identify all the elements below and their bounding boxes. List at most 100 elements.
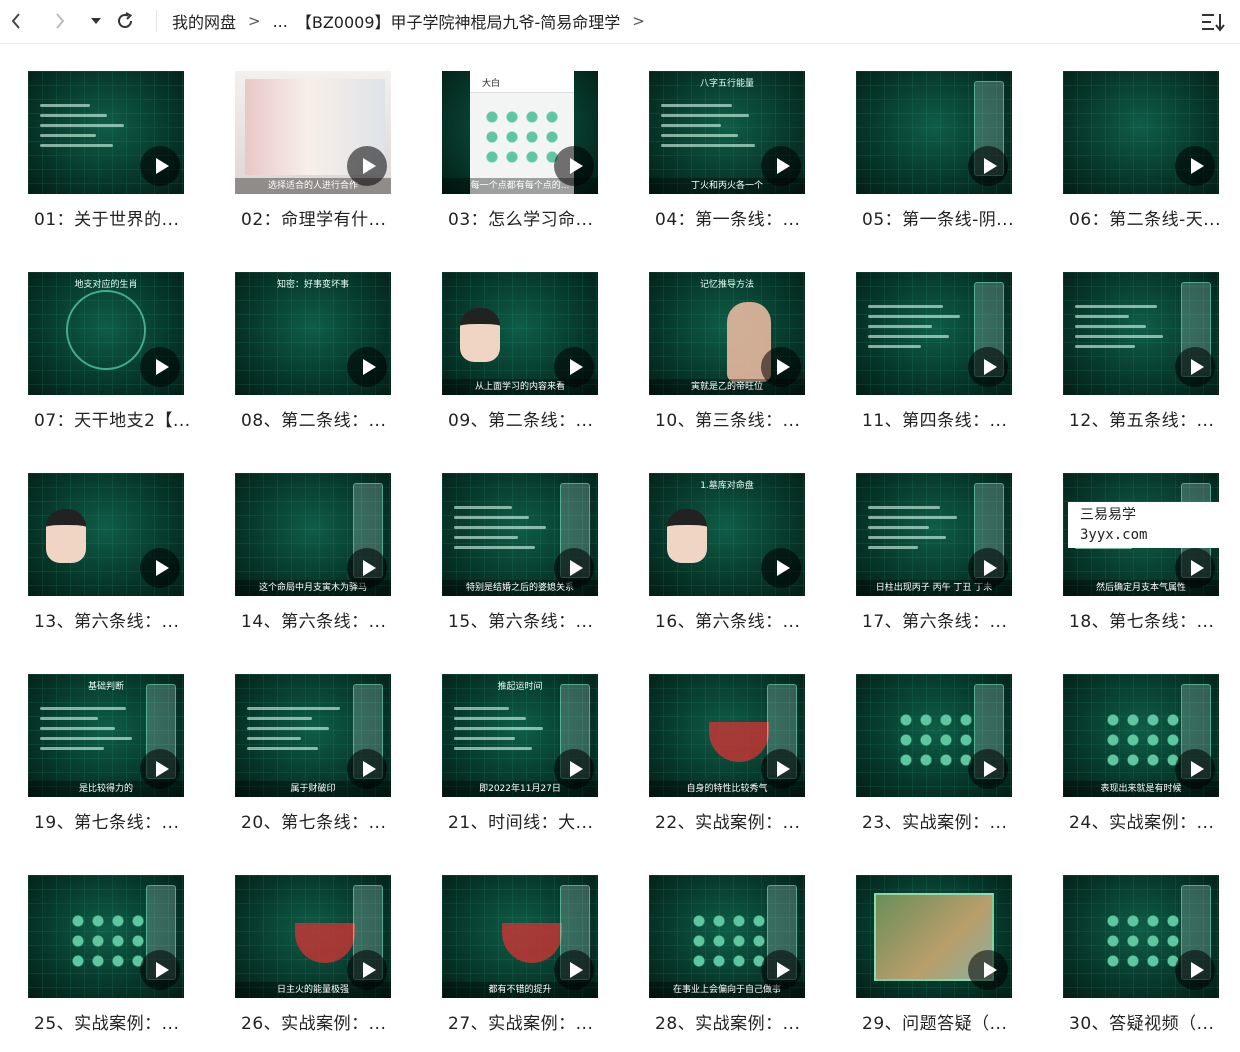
play-button[interactable] [347, 548, 387, 588]
play-button[interactable] [761, 749, 801, 789]
video-thumbnail[interactable]: 1.墓库对命盘 [649, 473, 805, 596]
video-item[interactable]: 知密：好事变坏事 08、第二条线：... [235, 272, 395, 442]
video-thumbnail[interactable] [1063, 71, 1219, 194]
video-title[interactable]: 18、第七条线：... [1069, 607, 1225, 632]
play-button[interactable] [554, 749, 594, 789]
video-thumbnail[interactable] [1063, 875, 1219, 998]
play-button[interactable] [1175, 347, 1215, 387]
video-item[interactable]: 29、问题答疑（... [856, 875, 1016, 1045]
video-thumbnail[interactable]: 属于财破印 [235, 674, 391, 797]
video-title[interactable]: 28、实战案例：... [655, 1009, 811, 1034]
video-thumbnail[interactable] [856, 674, 1012, 797]
play-button[interactable] [347, 146, 387, 186]
video-thumbnail[interactable]: 日柱出现丙子 丙午 丁丑 丁未 [856, 473, 1012, 596]
play-button[interactable] [140, 950, 180, 990]
play-button[interactable] [761, 347, 801, 387]
play-button[interactable] [968, 950, 1008, 990]
video-item[interactable]: 基础判断 是比较得力的 19、第七条线：... [28, 674, 188, 844]
video-item[interactable]: 11、第四条线：... [856, 272, 1016, 442]
play-button[interactable] [968, 146, 1008, 186]
video-item[interactable]: 记忆推导方法 寅就是乙的帝旺位 10、第三条线：... [649, 272, 809, 442]
video-title[interactable]: 24、实战案例：... [1069, 808, 1225, 833]
video-title[interactable]: 03：怎么学习命... [448, 205, 604, 230]
video-title[interactable]: 02：命理学有什... [241, 205, 397, 230]
video-title[interactable]: 08、第二条线：... [241, 406, 397, 431]
video-title[interactable]: 04：第一条线：... [655, 205, 811, 230]
play-button[interactable] [140, 749, 180, 789]
video-item[interactable]: 从上面学习的内容来看 09、第二条线：... [442, 272, 602, 442]
play-button[interactable] [554, 548, 594, 588]
video-item[interactable]: 这个命局中月支寅木为驿马 14、第六条线：... [235, 473, 395, 643]
play-button[interactable] [140, 347, 180, 387]
video-thumbnail[interactable]: 推起运时间 即2022年11月27日 [442, 674, 598, 797]
video-title[interactable]: 13、第六条线：... [34, 607, 190, 632]
video-title[interactable]: 27、实战案例：... [448, 1009, 604, 1034]
video-thumbnail[interactable]: 从上面学习的内容来看 [442, 272, 598, 395]
forward-button[interactable] [46, 8, 74, 34]
video-item[interactable]: 06：第二条线-天... [1063, 71, 1223, 241]
video-thumbnail[interactable]: 八字五行能量 丁火和丙火各一个 [649, 71, 805, 194]
video-title[interactable]: 20、第七条线：... [241, 808, 397, 833]
video-item[interactable]: 八字五行能量 丁火和丙火各一个 04：第一条线：... [649, 71, 809, 241]
play-button[interactable] [1175, 950, 1215, 990]
video-thumbnail[interactable]: 特别是结婚之后的婆媳关系 [442, 473, 598, 596]
video-title[interactable]: 15、第六条线：... [448, 607, 604, 632]
video-thumbnail[interactable] [28, 473, 184, 596]
video-thumbnail[interactable] [28, 875, 184, 998]
play-button[interactable] [140, 548, 180, 588]
play-button[interactable] [968, 749, 1008, 789]
video-thumbnail[interactable] [856, 875, 1012, 998]
play-button[interactable] [761, 146, 801, 186]
play-button[interactable] [761, 950, 801, 990]
video-title[interactable]: 22、实战案例：... [655, 808, 811, 833]
video-item[interactable]: 推起运时间 即2022年11月27日 21、时间线：大... [442, 674, 602, 844]
video-item[interactable]: 23、实战案例：... [856, 674, 1016, 844]
play-button[interactable] [554, 146, 594, 186]
video-title[interactable]: 17、第六条线：... [862, 607, 1018, 632]
video-title[interactable]: 21、时间线：大... [448, 808, 604, 833]
video-item[interactable]: 25、实战案例：... [28, 875, 188, 1045]
video-item[interactable]: 特别是结婚之后的婆媳关系 15、第六条线：... [442, 473, 602, 643]
video-title[interactable]: 11、第四条线：... [862, 406, 1018, 431]
play-button[interactable] [1175, 548, 1215, 588]
video-item[interactable]: 在事业上会偏向于自己做事 28、实战案例：... [649, 875, 809, 1045]
video-title[interactable]: 06：第二条线-天... [1069, 205, 1225, 230]
play-button[interactable] [968, 548, 1008, 588]
video-item[interactable]: 然后确定月支本气属性 18、第七条线：... [1063, 473, 1223, 643]
video-thumbnail[interactable]: 地支对应的生肖 [28, 272, 184, 395]
breadcrumb-current[interactable]: 【BZ0009】甲子学院神棍局九爷-简易命理学 [296, 9, 620, 33]
video-thumbnail[interactable] [856, 71, 1012, 194]
video-title[interactable]: 01：关于世界的... [34, 205, 190, 230]
play-button[interactable] [347, 347, 387, 387]
video-thumbnail[interactable] [856, 272, 1012, 395]
video-item[interactable]: 地支对应的生肖 07：天干地支2【... [28, 272, 190, 442]
video-item[interactable]: 日主火的能量极强 26、实战案例：... [235, 875, 395, 1045]
video-title[interactable]: 12、第五条线：... [1069, 406, 1225, 431]
video-title[interactable]: 05：第一条线-阴... [862, 205, 1018, 230]
play-button[interactable] [1175, 146, 1215, 186]
video-thumbnail[interactable]: 日主火的能量极强 [235, 875, 391, 998]
video-item[interactable]: 13、第六条线：... [28, 473, 188, 643]
play-button[interactable] [140, 146, 180, 186]
video-item[interactable]: 自身的特性比较秀气 22、实战案例：... [649, 674, 809, 844]
video-thumbnail[interactable]: 这个命局中月支寅木为驿马 [235, 473, 391, 596]
breadcrumb-root[interactable]: 我的网盘 [172, 9, 236, 33]
play-button[interactable] [761, 548, 801, 588]
video-item[interactable]: 选择适合的人进行合作 02：命理学有什... [235, 71, 395, 241]
back-button[interactable] [2, 8, 30, 34]
video-title[interactable]: 10、第三条线：... [655, 406, 811, 431]
video-title[interactable]: 14、第六条线：... [241, 607, 397, 632]
play-button[interactable] [347, 749, 387, 789]
video-item[interactable]: 01：关于世界的... [28, 71, 188, 241]
video-title[interactable]: 30、答疑视频（... [1069, 1009, 1225, 1034]
video-thumbnail[interactable]: 知密：好事变坏事 [235, 272, 391, 395]
play-button[interactable] [968, 347, 1008, 387]
video-thumbnail[interactable]: 记忆推导方法 寅就是乙的帝旺位 [649, 272, 805, 395]
video-thumbnail[interactable]: 在事业上会偏向于自己做事 [649, 875, 805, 998]
video-thumbnail[interactable]: 大白 每一个点都有每个点的... [442, 71, 598, 194]
video-title[interactable]: 23、实战案例：... [862, 808, 1018, 833]
video-item[interactable]: 都有不错的提升 27、实战案例：... [442, 875, 602, 1045]
video-item[interactable]: 30、答疑视频（... [1063, 875, 1223, 1045]
video-item[interactable]: 属于财破印 20、第七条线：... [235, 674, 395, 844]
video-thumbnail[interactable] [28, 71, 184, 194]
